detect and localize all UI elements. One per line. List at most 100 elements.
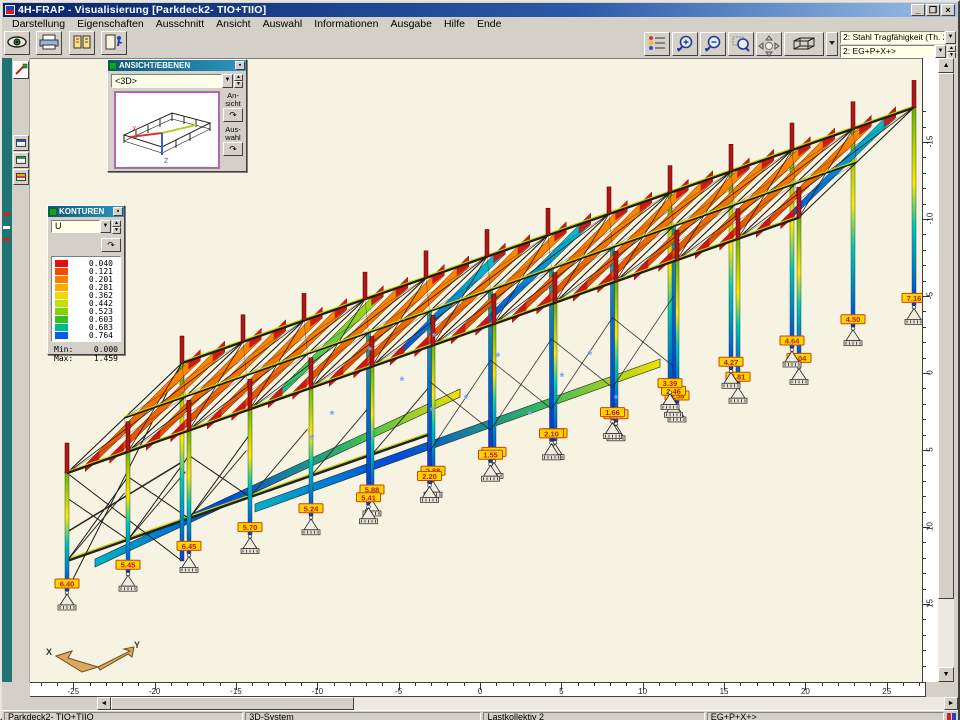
axis-x-label: X [46,647,52,657]
menu-item-eigenschaften[interactable]: Eigenschaften [71,18,150,30]
max-label: Max: [54,354,73,363]
main-toolbar: 2: Stahl Tragfähigkeit (Th. 2. O ▼ 2: EG… [2,30,958,58]
exit-button[interactable] [101,31,127,55]
menu-item-ende[interactable]: Ende [471,18,508,30]
support-value: 3.39 [663,379,678,388]
konturen-panel: KONTUREN ▪ U ▼ ▲ ▼ ↷ 0.0400.1210.2010.28… [47,205,125,355]
ansicht-panel-title: ANSICHT/EBENEN [119,61,235,70]
vertical-ruler: -15-10-5051015 [922,58,938,682]
zoom-window-icon [731,35,751,53]
menu-item-informationen[interactable]: Informationen [308,18,384,30]
konturen-panel-close-button[interactable]: ▪ [113,207,123,216]
konturen-panel-titlebar[interactable]: KONTUREN ▪ [48,206,124,217]
view-cube-dropdown-button[interactable] [826,32,838,56]
zoom-out-button[interactable] [700,32,726,56]
panel-toggle-ansicht-button[interactable] [13,135,29,151]
legend-swatch [55,260,68,267]
support-value: 6.40 [60,580,75,589]
zoom-window-button[interactable] [728,32,754,56]
app-window: 4H-FRAP - Visualisierung [Parkdeck2- TIO… [0,0,960,720]
view-cube-button[interactable] [784,32,824,56]
spin-down-icon[interactable]: ▼ [234,81,243,88]
horizontal-scrollbar[interactable]: ◄ ► [97,697,958,710]
legend-swatch [55,276,68,283]
contour-component-arrow[interactable]: ▼ [100,220,111,233]
menu-item-ansicht[interactable]: Ansicht [210,18,256,30]
view-button[interactable] [4,31,30,55]
hinge-marker: * [310,432,315,446]
minimize-button[interactable]: _ [911,4,925,16]
maximize-button[interactable]: ❐ [926,4,940,16]
menu-item-ausgabe[interactable]: Ausgabe [385,18,438,30]
support-value: 5.24 [304,504,319,513]
hinge-marker: * [432,330,437,344]
app-icon [5,5,15,15]
side-toolbar [12,58,30,682]
view-plane-arrow[interactable]: ▼ [222,74,233,88]
vertical-scrollbar[interactable]: ▲ ▼ [938,58,954,682]
loadcase-spinner[interactable]: ▲ ▼ [947,45,956,58]
pan-button[interactable] [756,32,782,56]
ruler-number: 5 [548,687,574,696]
ruler-number: 10 [926,517,935,537]
hinge-marker: * [588,348,593,362]
display-options-button[interactable] [644,32,670,56]
spin-up-icon[interactable]: ▲ [112,220,121,227]
scroll-up-button[interactable]: ▲ [938,58,954,73]
ansicht-panel-close-button[interactable]: ▪ [235,61,245,70]
support-symbol [241,535,259,554]
cube-3d-icon [788,35,820,53]
print-button[interactable] [36,31,62,55]
result-select-arrow[interactable]: ▼ [945,31,956,44]
contour-apply-button[interactable]: ↷ [101,238,121,252]
zoom-out-icon [703,35,723,53]
menu-item-ausschnitt[interactable]: Ausschnitt [150,18,210,30]
status-system: 3D-System [245,712,481,720]
support-value: 6.45 [182,542,197,551]
view-plane-select[interactable]: <3D> [111,74,222,88]
panel-toggle-werte-button[interactable] [13,169,29,185]
thumbnail-model: X Z [116,93,218,167]
pan-cross-icon [758,35,780,57]
ansicht-apply-button[interactable]: ↷ [223,108,243,122]
scroll-down-button[interactable]: ▼ [938,667,954,682]
panel-toggle-konturen-button[interactable] [13,152,29,168]
model-preview-thumbnail[interactable]: X Z [115,92,219,168]
support-value: 4.50 [846,315,861,324]
support-symbol [119,572,137,591]
menu-item-hilfe[interactable]: Hilfe [438,18,471,30]
menu-item-auswahl[interactable]: Auswahl [257,18,309,30]
support-value-label: 3.39 [658,379,682,389]
contour-spinner[interactable]: ▲ ▼ [112,220,121,233]
edit-mode-button[interactable] [13,61,29,79]
support-value-label: 6.45 [177,541,201,551]
spin-down-icon[interactable]: ▼ [112,227,121,234]
scroll-left-button[interactable]: ◄ [97,697,111,710]
hinge-marker: * [464,392,469,406]
menu-item-darstellung[interactable]: Darstellung [6,18,71,30]
vertical-scroll-track[interactable] [938,599,954,667]
scroll-right-button[interactable]: ► [944,697,958,710]
horizontal-scroll-track[interactable] [354,697,944,710]
ansicht-panel-titlebar[interactable]: ANSICHT/EBENEN ▪ [108,60,246,71]
title-bar[interactable]: 4H-FRAP - Visualisierung [Parkdeck2- TIO… [3,3,957,17]
status-project: Parkdeck2- TIO+TIIO [4,712,243,720]
spin-up-icon[interactable]: ▲ [947,45,956,52]
support-value-label: 1.66 [600,408,624,418]
view-plane-spinner[interactable]: ▲ ▼ [234,74,243,88]
horizontal-scroll-thumb[interactable] [111,697,354,710]
result-select[interactable]: 2: Stahl Tragfähigkeit (Th. 2. O [840,31,945,44]
close-button[interactable]: × [941,4,955,16]
loadcase-select-arrow[interactable]: ▼ [935,45,946,58]
support-symbol [790,366,808,385]
contour-component-select[interactable]: U [51,220,100,233]
loadcase-select[interactable]: 2: EG+P+X+> [840,45,935,58]
report-button[interactable] [69,31,95,55]
ruler-number: -10 [926,209,935,229]
auswahl-apply-button[interactable]: ↷ [223,142,243,156]
list-options-icon [647,35,667,51]
vertical-scroll-thumb[interactable] [938,73,954,599]
support-symbol [844,327,862,346]
zoom-in-button[interactable] [672,32,698,56]
spin-up-icon[interactable]: ▲ [234,74,243,81]
